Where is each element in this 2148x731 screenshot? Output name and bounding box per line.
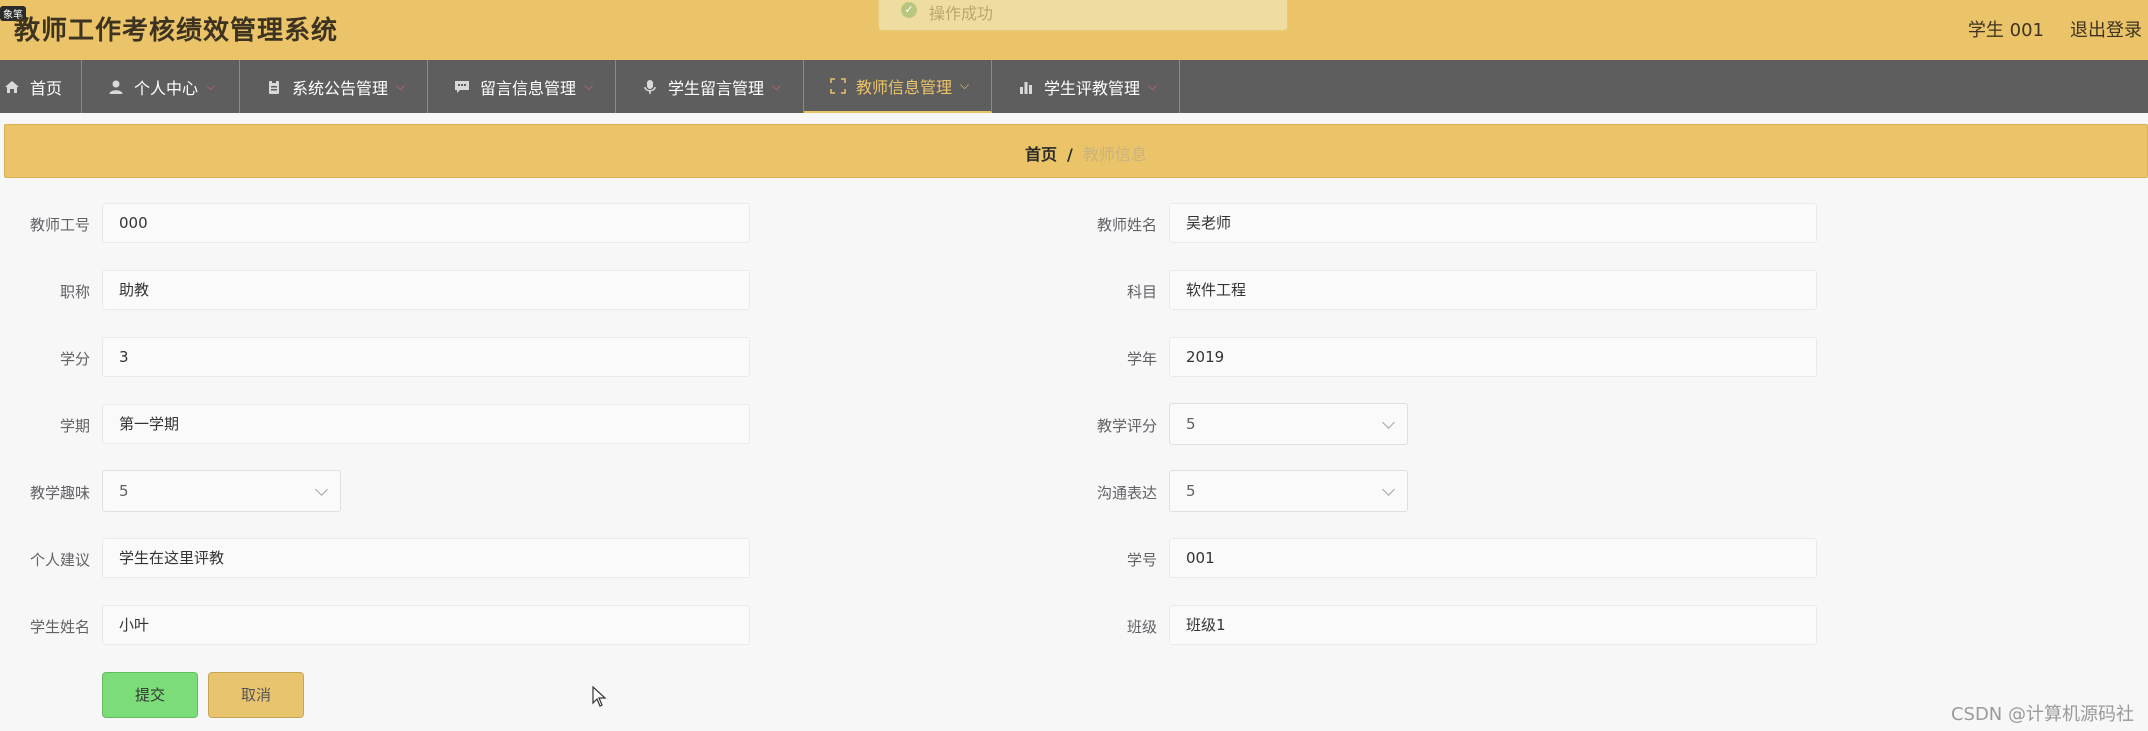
nav-item-personal-center[interactable]: 个人中心 ⌵ [82, 60, 240, 113]
semester-field[interactable]: 第一学期 [102, 404, 750, 444]
nav-label: 学生留言管理 [668, 78, 765, 98]
suggestion-field[interactable]: 学生在这里评教 [102, 538, 750, 578]
chevron-down-icon: ⌵ [1148, 79, 1158, 93]
nav-label: 首页 [30, 78, 63, 98]
main-nav: 首页 个人中心 ⌵ 系统公告管理 ⌵ 留言信息管理 ⌵ 学生留言管理 ⌵ 教师信… [0, 60, 2148, 113]
nav-item-notice-management[interactable]: 系统公告管理 ⌵ [240, 60, 428, 113]
breadcrumb: 首页 / 教师信息 [1025, 141, 1147, 165]
teaching-interest-label: 教学趣味 [29, 484, 90, 502]
logout-link[interactable]: 退出登录 [2070, 16, 2142, 42]
student-name-label: 学生姓名 [29, 618, 90, 636]
title-field[interactable]: 助教 [102, 270, 750, 310]
nav-item-message-management[interactable]: 留言信息管理 ⌵ [428, 60, 616, 113]
credit-field[interactable]: 3 [102, 337, 750, 377]
breadcrumb-current: 教师信息 [1082, 145, 1147, 164]
student-id-field[interactable]: 001 [1169, 538, 1817, 578]
chevron-down-icon: ⌵ [584, 79, 594, 93]
nav-label: 学生评教管理 [1044, 78, 1141, 98]
message-icon [455, 80, 469, 93]
nav-label: 教师信息管理 [856, 77, 953, 97]
breadcrumb-home[interactable]: 首页 [1025, 145, 1057, 164]
watermark: CSDN @计算机源码社 [1950, 704, 2134, 725]
title-label: 职称 [59, 283, 90, 301]
chevron-down-icon [315, 483, 328, 496]
communication-select[interactable]: 5 [1169, 470, 1408, 512]
teaching-score-select[interactable]: 5 [1169, 403, 1408, 445]
class-field[interactable]: 班级1 [1169, 605, 1817, 645]
student-id-label: 学号 [1126, 551, 1157, 569]
subject-label: 科目 [1126, 283, 1157, 301]
nav-label: 系统公告管理 [292, 78, 389, 98]
bar-chart-icon [1020, 81, 1032, 94]
student-name-field[interactable]: 小叶 [102, 605, 750, 645]
clipboard-icon [269, 79, 279, 94]
toast-message: 操作成功 [929, 4, 994, 23]
nav-label: 留言信息管理 [480, 78, 577, 98]
nav-item-student-evaluation-management[interactable]: 学生评教管理 ⌵ [992, 60, 1180, 113]
chevron-down-icon [1382, 416, 1395, 429]
nav-item-student-message-management[interactable]: 学生留言管理 ⌵ [616, 60, 804, 113]
submit-button[interactable]: 提交 [102, 672, 198, 718]
app-title: 教师工作考核绩效管理系统 [14, 16, 339, 46]
check-circle-icon: ✓ [901, 2, 917, 18]
top-header: 象笔 教师工作考核绩效管理系统 ✓ 操作成功 学生 001 退出登录 [0, 0, 2148, 60]
suggestion-label: 个人建议 [29, 551, 90, 569]
teaching-interest-select[interactable]: 5 [102, 470, 341, 512]
communication-value: 5 [1186, 482, 1196, 500]
teaching-score-value: 5 [1186, 415, 1196, 433]
semester-label: 学期 [59, 417, 90, 435]
chevron-down-icon [1382, 483, 1395, 496]
chevron-down-icon: ⌵ [772, 79, 782, 93]
subject-field[interactable]: 软件工程 [1169, 270, 1817, 310]
school-year-label: 学年 [1126, 350, 1157, 368]
class-label: 班级 [1126, 618, 1157, 636]
chevron-down-icon: ⌵ [396, 79, 406, 93]
teaching-score-label: 教学评分 [1096, 417, 1157, 435]
teacher-id-label: 教师工号 [29, 216, 90, 234]
breadcrumb-bar: 首页 / 教师信息 [4, 124, 2148, 178]
success-toast: ✓ 操作成功 [878, 0, 1288, 31]
breadcrumb-separator: / [1067, 145, 1073, 164]
microphone-icon [644, 79, 656, 94]
expand-icon [830, 77, 846, 94]
chevron-down-icon: ⌵ [960, 78, 970, 92]
communication-label: 沟通表达 [1096, 484, 1157, 502]
teacher-id-field[interactable]: 000 [102, 203, 750, 243]
credit-label: 学分 [59, 350, 90, 368]
chevron-down-icon: ⌵ [206, 79, 216, 93]
user-icon [109, 80, 123, 94]
teaching-interest-value: 5 [119, 482, 129, 500]
teacher-name-label: 教师姓名 [1096, 216, 1157, 234]
nav-label: 个人中心 [134, 78, 199, 98]
nav-item-teacher-info-management[interactable]: 教师信息管理 ⌵ [804, 60, 992, 113]
cancel-button[interactable]: 取消 [208, 672, 304, 718]
school-year-field[interactable]: 2019 [1169, 337, 1817, 377]
nav-item-home[interactable]: 首页 [0, 60, 82, 113]
teacher-name-field[interactable]: 吴老师 [1169, 203, 1817, 243]
mouse-cursor-icon [592, 686, 607, 707]
home-icon [5, 80, 19, 93]
current-user: 学生 001 [1967, 20, 2044, 41]
